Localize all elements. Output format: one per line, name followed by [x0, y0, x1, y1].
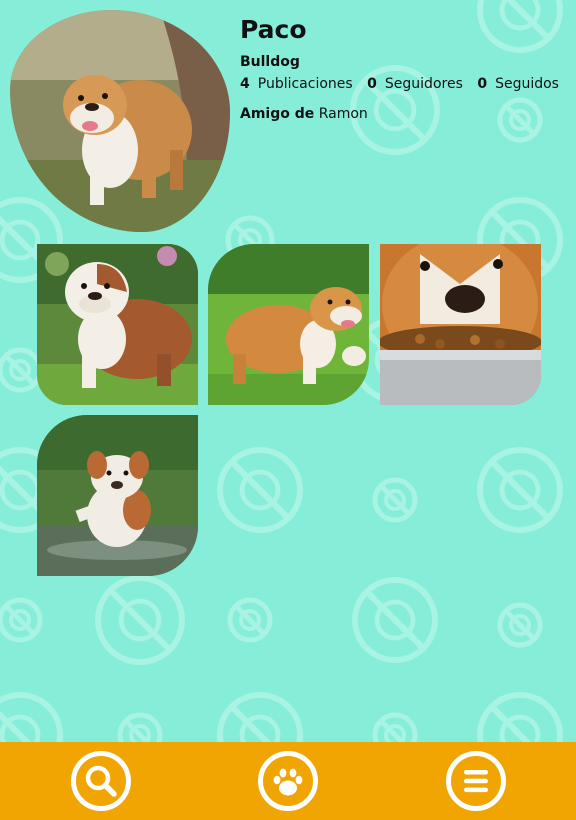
paw-button[interactable]: [258, 751, 318, 811]
pattern-ring: [372, 477, 418, 523]
bottom-navigation: [0, 742, 576, 820]
bulldog-eating-photo: [380, 244, 541, 405]
post-thumbnail[interactable]: [37, 244, 198, 405]
menu-icon: [464, 770, 488, 793]
pet-name: Paco: [240, 15, 307, 44]
search-button[interactable]: [71, 751, 131, 811]
pattern-ring: [477, 692, 563, 742]
posts-label[interactable]: Publicaciones: [258, 76, 353, 92]
friend-name[interactable]: Ramon: [319, 106, 368, 122]
search-icon: [85, 765, 117, 797]
post-thumbnail[interactable]: [37, 415, 198, 576]
post-thumbnail[interactable]: [380, 244, 541, 405]
pattern-ring: [217, 447, 303, 533]
pattern-ring: [352, 577, 438, 663]
pattern-ring: [0, 597, 43, 643]
pattern-ring: [117, 712, 163, 742]
profile-info: Paco Bulldog 4 Publicaciones 0 Seguidores …: [240, 14, 569, 122]
posts-count: 4: [240, 76, 250, 92]
bulldog-running-photo: [208, 244, 369, 405]
pattern-ring: [477, 447, 563, 533]
followers-count: 0: [367, 76, 377, 92]
following-label[interactable]: Seguidos: [495, 76, 559, 92]
pattern-ring: [227, 597, 273, 643]
pattern-ring: [95, 575, 185, 665]
menu-button[interactable]: [446, 751, 506, 811]
profile-stats: 4 Publicaciones 0 Seguidores 0 Seguidos: [240, 76, 569, 92]
post-thumbnail[interactable]: [208, 244, 369, 405]
pattern-ring: [0, 347, 43, 393]
pattern-ring: [217, 692, 303, 742]
followers-label[interactable]: Seguidores: [385, 76, 463, 92]
paw-icon: [273, 768, 303, 796]
friend-label: Amigo de: [240, 106, 315, 122]
friend-of: Amigo de Ramon: [240, 106, 569, 122]
pattern-ring: [372, 712, 418, 742]
pattern-ring: [0, 692, 63, 742]
pattern-ring: [497, 602, 543, 648]
bulldog-puppy-water-photo: [37, 415, 198, 576]
bulldog-standing-photo: [37, 244, 198, 405]
following-count: 0: [477, 76, 488, 92]
pet-breed: Bulldog: [240, 54, 300, 70]
